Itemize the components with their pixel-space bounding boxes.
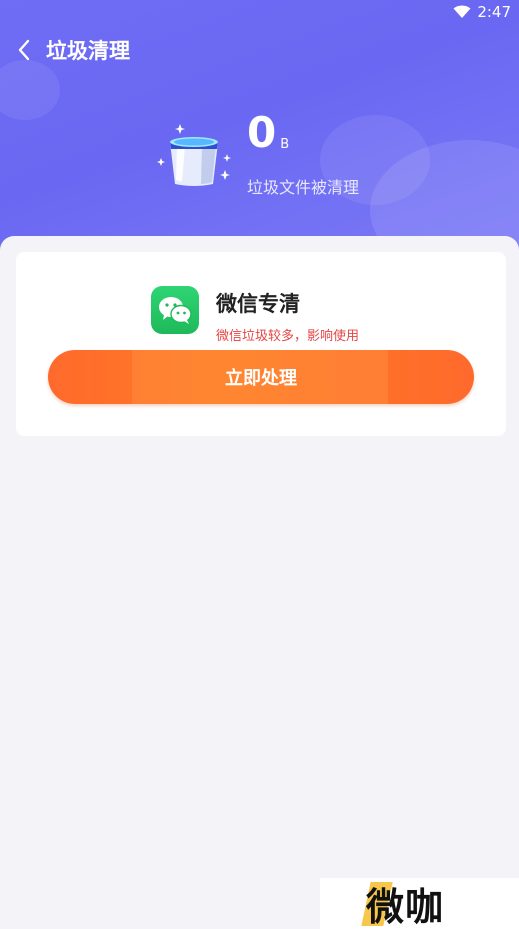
junk-warning: 微信垃圾较多，影响使用 — [216, 329, 360, 344]
cleaned-amount-unit: B — [280, 137, 290, 152]
process-now-button[interactable]: 立即处理 — [48, 350, 474, 404]
wechat-clean-card: 微信专清 微信垃圾较多，影响使用 立即处理 — [16, 252, 506, 436]
chevron-left-icon — [18, 39, 30, 61]
back-button[interactable] — [4, 32, 44, 68]
app-name: 微信专清 — [216, 292, 300, 316]
process-now-label: 立即处理 — [225, 368, 297, 389]
status-bar: 2:47 — [379, 0, 519, 24]
watermark-text: 微咖 — [366, 885, 445, 929]
page-title: 垃圾清理 — [46, 39, 130, 63]
header-banner: 2:47 垃圾清理 0 B 垃圾文件被清理 — [0, 0, 519, 262]
cleaned-amount-value: 0 — [247, 108, 277, 157]
wechat-icon — [151, 286, 199, 334]
cleaned-amount: 0 B — [247, 112, 289, 154]
watermark: 微咖 — [320, 878, 519, 929]
decor-blob — [0, 60, 60, 120]
wifi-icon — [453, 5, 471, 19]
cleaned-description: 垃圾文件被清理 — [247, 178, 360, 197]
status-time: 2:47 — [477, 3, 511, 21]
trash-bin-icon — [155, 122, 233, 188]
title-bar: 垃圾清理 — [0, 32, 519, 68]
